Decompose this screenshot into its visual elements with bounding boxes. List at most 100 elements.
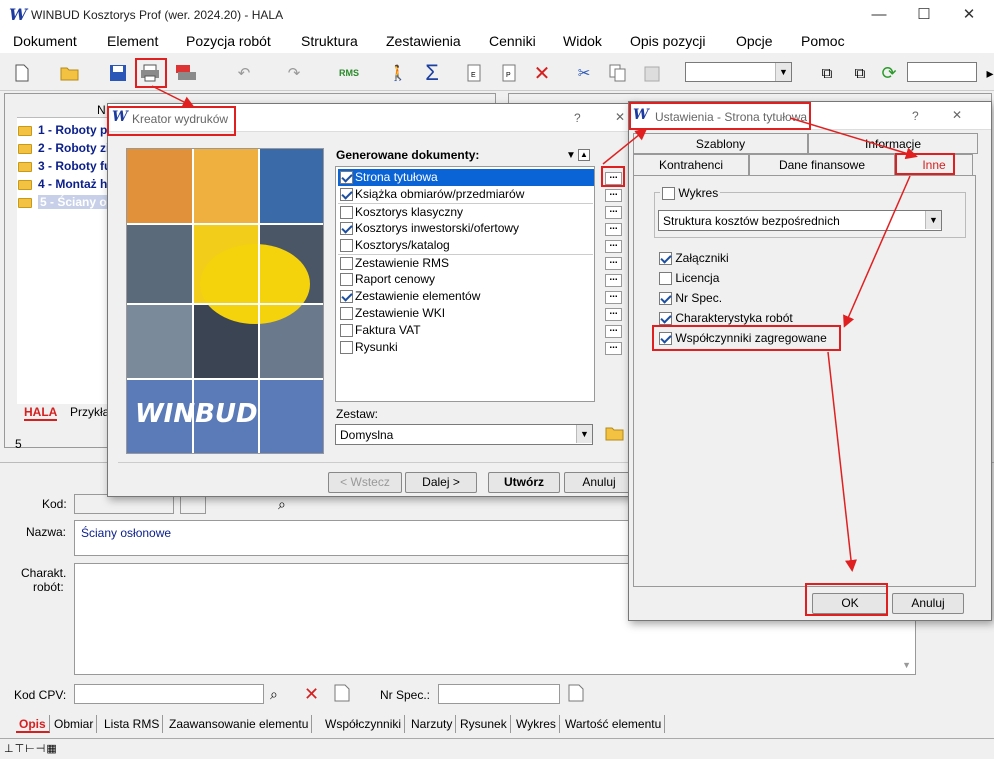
tab-szablony[interactable]: Szablony bbox=[633, 133, 808, 154]
doc-row[interactable]: Raport cenowy bbox=[338, 271, 593, 288]
menu-cenniki[interactable]: Cenniki bbox=[489, 33, 536, 49]
save-icon[interactable] bbox=[106, 61, 130, 85]
create-button[interactable]: Utwórz bbox=[488, 472, 560, 493]
layout-icons[interactable]: ⊥⊤⊢⊣▦ bbox=[4, 742, 58, 755]
settings-dots-button[interactable]: ... bbox=[605, 205, 622, 219]
cut-icon[interactable]: ✂ bbox=[572, 61, 596, 85]
tab-kontrahenci[interactable]: Kontrahenci bbox=[633, 154, 749, 176]
doc-row[interactable]: Zestawienie WKI bbox=[338, 305, 593, 322]
copy-icon[interactable] bbox=[606, 61, 630, 85]
doc-row[interactable]: Kosztorys/katalog bbox=[338, 237, 593, 254]
paste-icon[interactable] bbox=[640, 61, 664, 85]
help-button[interactable]: ? bbox=[574, 111, 581, 125]
clear-icon[interactable]: ✕ bbox=[304, 684, 319, 705]
doc-e-icon[interactable]: E bbox=[462, 61, 486, 85]
tab-hala[interactable]: HALA bbox=[24, 405, 58, 421]
more-icon[interactable]: ▸ bbox=[978, 61, 994, 85]
next-button[interactable]: Dalej > bbox=[405, 472, 477, 493]
kodcpv-field[interactable] bbox=[74, 684, 264, 704]
doc-row[interactable]: Książka obmiarów/przedmiarów bbox=[338, 186, 593, 203]
option-licencja[interactable]: Licencja bbox=[659, 271, 719, 286]
menu-widok[interactable]: Widok bbox=[563, 33, 602, 49]
pdf-print-icon[interactable] bbox=[174, 61, 198, 85]
checkbox[interactable] bbox=[659, 252, 672, 266]
checkbox[interactable] bbox=[662, 187, 675, 201]
menu-opcje[interactable]: Opcje bbox=[736, 33, 773, 49]
nrspec-field[interactable] bbox=[438, 684, 560, 704]
checkbox[interactable] bbox=[340, 324, 353, 338]
tab-informacje[interactable]: Informacje bbox=[808, 133, 978, 154]
settings-dots-button[interactable]: ... bbox=[605, 188, 622, 202]
checkbox[interactable] bbox=[340, 239, 353, 253]
tab-narzuty[interactable]: Narzuty bbox=[408, 715, 457, 733]
cancel-button[interactable]: Anuluj bbox=[892, 593, 964, 614]
rms-icon[interactable]: RMS bbox=[337, 61, 361, 85]
person-walk-icon[interactable]: 🚶 bbox=[386, 61, 410, 85]
checkbox[interactable] bbox=[659, 272, 672, 286]
menu-pomoc[interactable]: Pomoc bbox=[801, 33, 845, 49]
doc-row[interactable]: Kosztorys klasyczny bbox=[338, 203, 593, 220]
doc-row-strona-tytulowa[interactable]: Strona tytułowa bbox=[338, 169, 594, 186]
tab-obmiar[interactable]: Obmiar bbox=[51, 715, 98, 733]
doc-p-icon[interactable]: P bbox=[497, 61, 521, 85]
open-folder-icon[interactable] bbox=[605, 425, 625, 446]
option-nr-spec[interactable]: Nr Spec. bbox=[659, 291, 722, 306]
document-icon-2[interactable] bbox=[568, 684, 584, 705]
checkbox[interactable] bbox=[340, 222, 353, 236]
checkbox[interactable] bbox=[340, 307, 353, 321]
settings-dots-button[interactable]: ... bbox=[605, 324, 622, 338]
settings-dots-button[interactable]: ... bbox=[605, 222, 622, 236]
checkbox[interactable] bbox=[340, 188, 353, 202]
tree-item-5-selected[interactable]: 5 - Ściany os bbox=[18, 195, 116, 209]
find-next-icon[interactable]: ⧉ bbox=[848, 61, 872, 85]
settings-dots-button[interactable]: ... bbox=[605, 273, 622, 287]
tab-wspolczynniki[interactable]: Współczynniki bbox=[322, 715, 406, 733]
tree-item-2[interactable]: 2 - Roboty zi bbox=[18, 141, 109, 155]
binoculars-icon[interactable]: ⧉ bbox=[815, 61, 839, 85]
doc-row[interactable]: Faktura VAT bbox=[338, 322, 593, 339]
move-down-icon[interactable]: ▼ bbox=[566, 150, 576, 161]
settings-dots-button[interactable]: ... bbox=[605, 239, 622, 253]
tab-opis[interactable]: Opis bbox=[16, 715, 50, 733]
kod-field-2[interactable] bbox=[180, 494, 206, 514]
tab-dane-finansowe[interactable]: Dane finansowe bbox=[749, 154, 895, 176]
sum-icon[interactable]: Σ bbox=[420, 60, 444, 85]
checkbox[interactable] bbox=[340, 206, 353, 220]
settings-dots-button[interactable]: ... bbox=[605, 290, 622, 304]
menu-struktura[interactable]: Struktura bbox=[301, 33, 358, 49]
doc-row[interactable]: Rysunki bbox=[338, 339, 593, 356]
menu-zestawienia[interactable]: Zestawienia bbox=[386, 33, 461, 49]
menu-dokument[interactable]: Dokument bbox=[13, 33, 77, 49]
tab-wykres[interactable]: Wykres bbox=[513, 715, 560, 733]
tab-lista-rms[interactable]: Lista RMS bbox=[101, 715, 164, 733]
checkbox[interactable] bbox=[340, 290, 353, 304]
checkbox[interactable] bbox=[659, 312, 672, 326]
close-button[interactable]: ✕ bbox=[946, 3, 992, 29]
settings-dots-button[interactable]: ... bbox=[605, 256, 622, 270]
close-button[interactable]: ✕ bbox=[615, 110, 625, 124]
scroll-down-icon[interactable]: ▼ bbox=[902, 660, 911, 670]
help-button[interactable]: ? bbox=[912, 109, 919, 123]
wykres-legend[interactable]: Wykres bbox=[660, 186, 721, 201]
maximize-button[interactable]: ☐ bbox=[901, 3, 947, 29]
tab-przyklad[interactable]: Przykła bbox=[70, 405, 109, 419]
tree-item-4[interactable]: 4 - Montaż h bbox=[18, 177, 107, 191]
lookup-icon[interactable]: ⌕ bbox=[278, 496, 286, 513]
checkbox[interactable] bbox=[340, 273, 353, 287]
undo-icon[interactable]: ↶ bbox=[232, 61, 256, 85]
toolbar-combo-2[interactable] bbox=[907, 62, 977, 82]
minimize-button[interactable]: — bbox=[856, 3, 902, 29]
doc-row[interactable]: Zestawienie RMS bbox=[338, 254, 593, 271]
wykres-select[interactable]: Struktura kosztów bezpośrednich ▼ bbox=[658, 210, 942, 231]
kod-field[interactable] bbox=[74, 494, 174, 514]
cancel-button[interactable]: Anuluj bbox=[564, 472, 634, 493]
refresh-icon[interactable]: ⟳ bbox=[877, 61, 901, 85]
settings-dots-button[interactable]: ... bbox=[605, 307, 622, 321]
toolbar-combo[interactable]: ▼ bbox=[685, 62, 792, 82]
document-icon[interactable] bbox=[334, 684, 350, 705]
settings-dots-button[interactable]: ... bbox=[605, 341, 622, 355]
tab-wartosc-elementu[interactable]: Wartość elementu bbox=[562, 715, 666, 733]
option-zalaczniki[interactable]: Załączniki bbox=[659, 251, 729, 266]
zestaw-select[interactable]: Domyslna ▼ bbox=[335, 424, 593, 445]
option-charakterystyka[interactable]: Charakterystyka robót bbox=[659, 311, 793, 326]
